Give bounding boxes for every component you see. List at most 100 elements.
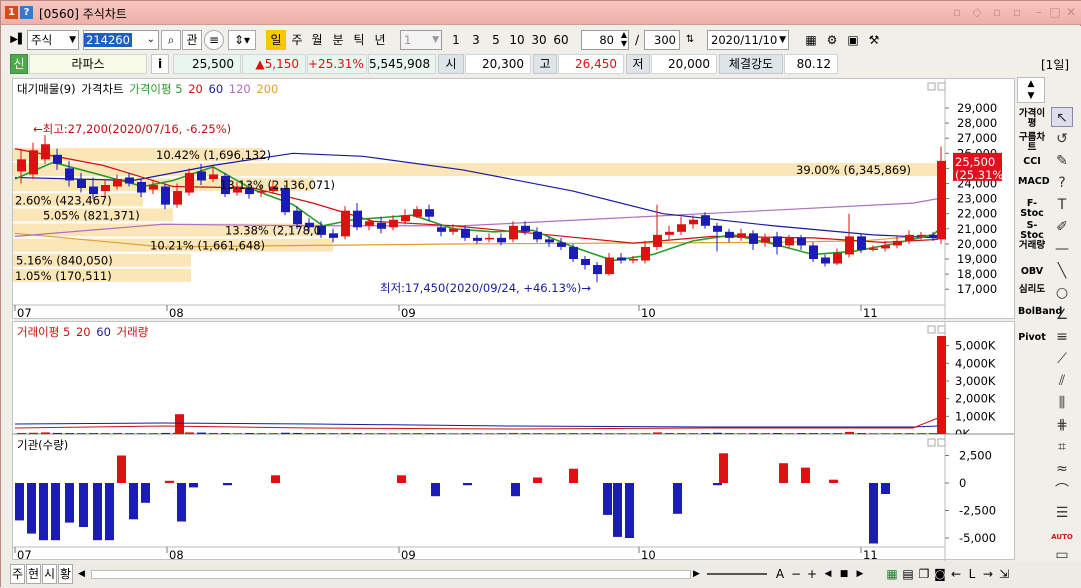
indicator-cloud[interactable]: 구름차트 [1018,133,1046,153]
x-tick-label: 11 [863,306,878,320]
scroll-left-icon[interactable]: ◀ [74,564,89,584]
indicator-pivot[interactable]: Pivot [1018,333,1046,343]
date-select[interactable]: 2020/11/10 ▼ [707,30,789,50]
count-3-button[interactable]: 3 [467,30,485,50]
horizontal-scrollbar[interactable] [91,570,691,579]
indicator-obv[interactable]: OBV [1018,267,1046,277]
indicator-ma[interactable]: 가격이평 [1018,109,1046,129]
grid-tool-icon[interactable]: ⌗ [1051,437,1073,457]
layout-icon[interactable]: ▦ [802,30,820,50]
period-minute-button[interactable]: 분 [328,30,348,50]
price-chart-panel[interactable]: 29,00028,00027,00026,00025,00024,00023,0… [12,78,1015,320]
arrow-left-icon[interactable]: ← [949,564,963,584]
indicator-fstoc[interactable]: F-Stoc [1018,199,1046,219]
trend-tool-icon[interactable]: ╲ [1051,261,1073,281]
pin-icon[interactable]: ◇ [969,5,985,20]
fan-tool-icon[interactable]: ⟋ [1051,349,1073,369]
volume-chart-panel[interactable]: 5,000K 4,000K 3,000K 2,000K 1,000K 0K 거래이평 5 … [12,321,1015,435]
window-number-badge[interactable]: 1 [5,6,18,19]
indicator-volume[interactable]: 거래량 [1018,241,1046,251]
hline-tool-icon[interactable]: — [1051,239,1073,259]
legend-institution: 기관(수량) [17,438,69,452]
indicator-bollinger[interactable]: BolBand [1018,307,1062,317]
zoom-out-icon[interactable]: − [789,564,803,584]
maximize-icon[interactable]: □ [1047,5,1063,20]
count-30-button[interactable]: 30 [529,30,549,50]
count-10-button[interactable]: 10 [507,30,527,50]
gear-icon[interactable]: ⚙ [823,30,841,50]
cycle-tool-icon[interactable]: ≈ [1051,459,1073,479]
undo-tool-icon[interactable]: ↺ [1051,129,1073,149]
fibo-tool-icon[interactable]: ⫼ [1051,393,1073,413]
candle-body [41,144,50,160]
period-week-button[interactable]: 주 [287,30,307,50]
indicator-psychology[interactable]: 심리도 [1018,285,1046,295]
scroll-right-icon[interactable]: ▶ [689,564,704,584]
channel-tool-icon[interactable]: ≡ [1051,327,1073,347]
total-count-input[interactable]: 300 [644,30,680,50]
candle-body [557,242,566,247]
angle-tool-icon[interactable]: ∠ [1051,305,1073,325]
updown-icon[interactable]: ⇕▾ [228,30,256,50]
period-year-button[interactable]: 년 [370,30,390,50]
tab-status[interactable]: 황 [58,564,73,584]
related-button[interactable]: 관 [182,30,202,50]
market-select[interactable]: 주식 ▼ [27,30,79,50]
search-icon[interactable]: ⌕ [161,30,181,50]
text-size-icon[interactable]: A [773,564,787,584]
arc-tool-icon[interactable]: ⌒ [1051,481,1073,501]
period-tick-button[interactable]: 틱 [349,30,369,50]
arrow-right-icon[interactable]: → [981,564,995,584]
camera-icon[interactable]: ◙ [933,564,947,584]
period-day-button[interactable]: 일 [266,30,286,50]
tab-current[interactable]: 현 [26,564,41,584]
circle-tool-icon[interactable]: ○ [1051,283,1073,303]
view-count-input[interactable]: 80 ▲ ▼ [581,30,629,50]
tab-main[interactable]: 주 [10,564,25,584]
code-input[interactable]: 214260 ⌄ [83,30,159,50]
zoom-slider[interactable] [707,573,767,575]
spinner-icon[interactable]: ▲ ▼ [621,31,627,48]
prev-icon[interactable]: ◀ [821,564,835,584]
zoom-icon[interactable]: ⇅ [682,30,698,50]
period-month-button[interactable]: 월 [307,30,327,50]
close-icon[interactable]: ✕ [1063,5,1079,20]
indicator-cci[interactable]: CCI [1018,157,1046,167]
count-1-button[interactable]: 1 [447,30,465,50]
text-tool-icon[interactable]: T [1051,195,1073,215]
paint-tool-icon[interactable]: ✐ [1051,217,1073,237]
parallel-tool-icon[interactable]: ⫽ [1051,371,1073,391]
save-icon[interactable]: ▣ [844,30,862,50]
l-mode-icon[interactable]: L [965,564,979,584]
indicator-sstoc[interactable]: S-Stoc [1018,221,1046,241]
zoom-in-icon[interactable]: + [805,564,819,584]
minimize-icon[interactable]: – [1031,5,1047,20]
scroll-arrows-icon[interactable]: ▲ ▼ [1017,77,1045,103]
interval-select[interactable]: 1 ▼ [400,30,442,50]
institution-chart-panel[interactable]: 2,500 0 -2,500 -5,000 07 08 09 10 11 기관(수량) [12,434,1015,561]
link-icon[interactable]: ▫ [949,5,965,20]
lines-tool-icon[interactable]: ☰ [1051,503,1073,523]
help-tool-icon[interactable]: ? [1051,173,1073,193]
count-60-button[interactable]: 60 [551,30,571,50]
copy-icon[interactable]: ❐ [917,564,931,584]
pointer-tool-icon[interactable]: ↖ [1051,107,1073,127]
next-icon[interactable]: ▶ [853,564,867,584]
count-5-button[interactable]: 5 [487,30,505,50]
tools-icon[interactable]: ⚒ [865,30,883,50]
restore-icon[interactable]: ▫ [1009,5,1025,20]
indicator-macd[interactable]: MACD [1018,177,1050,187]
stop-icon[interactable]: ■ [837,564,851,584]
eraser-tool-icon[interactable]: ✎ [1051,151,1073,171]
gann-tool-icon[interactable]: ⋕ [1051,415,1073,435]
help-icon[interactable]: ? [20,6,33,19]
print-icon[interactable]: ▤ [901,564,915,584]
settings-icon[interactable]: ▫ [989,5,1005,20]
nav-arrow-icon[interactable]: ▶▌ [9,30,27,50]
excel-icon[interactable]: ▦ [885,564,899,584]
export-icon[interactable]: ⇲ [997,564,1011,584]
reset-icon[interactable]: ≡ [204,30,224,50]
tab-market[interactable]: 시 [42,564,57,584]
info-button[interactable]: i [151,54,169,74]
auto-button[interactable]: AUTO [1051,527,1073,547]
